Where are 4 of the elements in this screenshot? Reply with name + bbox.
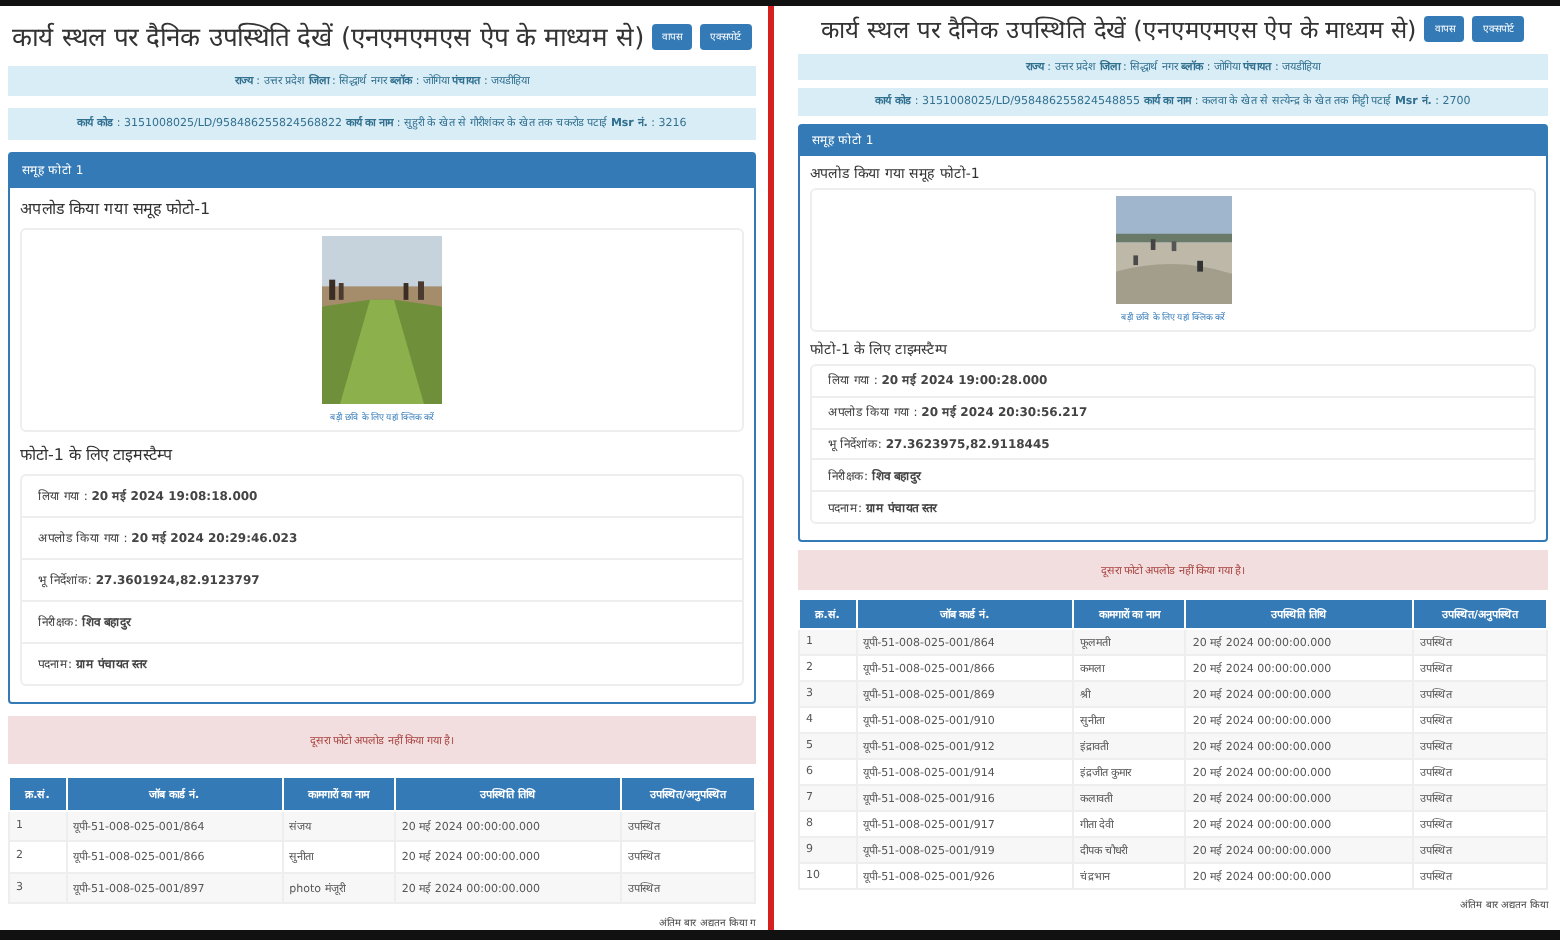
timestamp-heading: फोटो-1 के लिए टाइमस्टैम्प — [20, 443, 176, 463]
page-title: कार्य स्थल पर दैनिक उपस्थिति देखें (एनएमएमएस ऐप के माध्यम से) — [821, 14, 1417, 46]
photo-heading: अपलोड किया गया समूह फोटो-1 — [20, 197, 213, 217]
page-title: कार्य स्थल पर दैनिक उपस्थिति देखें (एनएमएमएस ऐप के माध्यम से) — [11, 20, 645, 54]
